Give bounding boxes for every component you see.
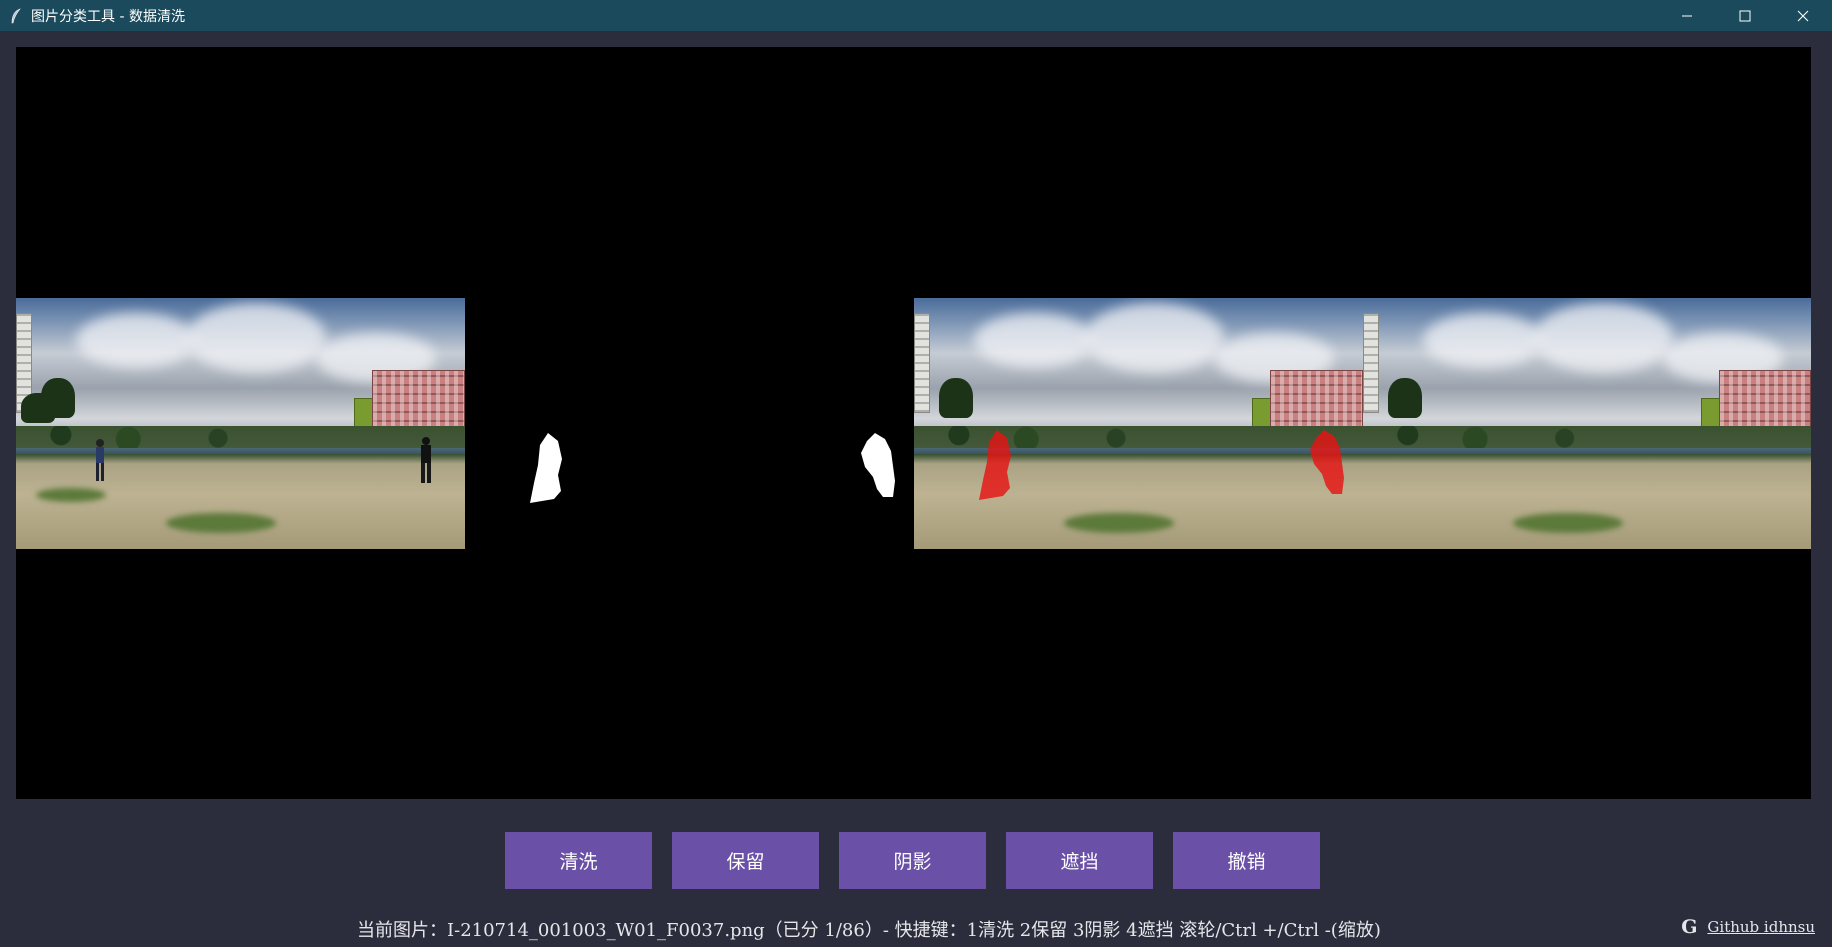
title-bar: 图片分类工具 - 数据清洗 — [0, 0, 1832, 31]
window-title: 图片分类工具 - 数据清洗 — [31, 8, 185, 25]
minimize-icon[interactable] — [1658, 0, 1716, 31]
window-controls — [1658, 0, 1832, 31]
original-photo — [16, 298, 465, 549]
keep-button[interactable]: 保留 — [672, 832, 819, 889]
github-icon: G — [1681, 916, 1698, 938]
undo-button[interactable]: 撤销 — [1173, 832, 1320, 889]
mask-blob-left — [530, 433, 562, 503]
red-overlay-right — [1310, 430, 1344, 494]
close-icon[interactable] — [1774, 0, 1832, 31]
maximize-icon[interactable] — [1716, 0, 1774, 31]
github-link-area[interactable]: G Github idhnsu — [1681, 916, 1815, 938]
shadow-button[interactable]: 阴影 — [839, 832, 986, 889]
overlay-photo — [914, 298, 1363, 549]
status-text: 当前图片：I-210714_001003_W01_F0037.png（已分 1/… — [357, 920, 1381, 941]
clean-photo — [1363, 298, 1811, 549]
mask-panel — [465, 298, 914, 549]
feather-icon — [9, 7, 23, 24]
occlude-button[interactable]: 遮挡 — [1006, 832, 1153, 889]
action-buttons: 清洗 保留 阴影 遮挡 撤销 — [505, 832, 1320, 889]
wash-button[interactable]: 清洗 — [505, 832, 652, 889]
mask-blob-right — [861, 433, 895, 497]
red-overlay-left — [979, 430, 1011, 500]
github-link[interactable]: Github idhnsu — [1707, 918, 1815, 936]
image-canvas[interactable] — [16, 47, 1811, 799]
